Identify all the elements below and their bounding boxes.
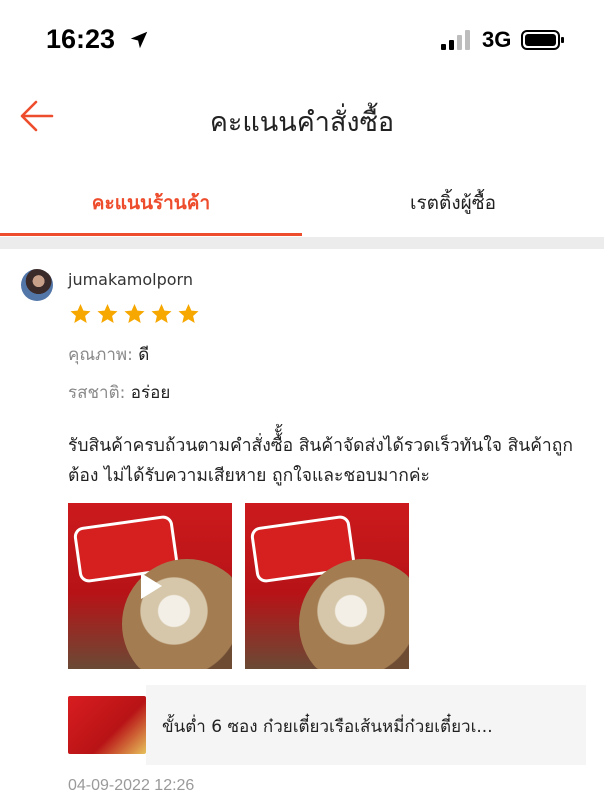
play-icon[interactable] bbox=[138, 571, 164, 601]
reviewer-username: jumakamolporn bbox=[68, 270, 193, 289]
product-name: ขั้นต่ำ 6 ซอง ก๋วยเตี๋ยวเรือเส้นหมี่ก๋วย… bbox=[162, 717, 493, 737]
status-time: 16:23 bbox=[46, 24, 116, 54]
attribute-quality: คุณภาพ: ดี bbox=[68, 341, 149, 368]
tab-buyer-rating[interactable]: เรตติ้งผู้ซื้อ bbox=[302, 172, 604, 234]
star-icon bbox=[70, 304, 91, 323]
review-comment: รับสินค้าครบถ้วนตามคำสั่งซื้ั้อ สินค้าจั… bbox=[68, 436, 573, 486]
product-card[interactable]: ขั้นต่ำ 6 ซอง ก๋วยเตี๋ยวเรือเส้นหมี่ก๋วย… bbox=[68, 685, 586, 765]
cellular-signal-icon bbox=[441, 30, 470, 50]
attribute-value: อร่อย bbox=[130, 383, 171, 403]
review-item: jumakamolporn คุณภาพ: ดี รสชาติ: อร่อย ร… bbox=[0, 249, 604, 800]
review-photo-thumbnail[interactable] bbox=[245, 503, 409, 669]
page-title: คะแนนคำสั่งซื้อ bbox=[209, 107, 395, 138]
attribute-label: รสชาติ: bbox=[68, 383, 126, 403]
active-tab-indicator bbox=[0, 233, 302, 236]
avatar[interactable] bbox=[21, 269, 53, 301]
status-bar: 16:23 3G bbox=[0, 0, 604, 84]
network-label: 3G bbox=[482, 27, 512, 52]
star-icon bbox=[124, 304, 145, 323]
product-thumbnail bbox=[68, 696, 146, 754]
attribute-value: ดี bbox=[138, 345, 150, 365]
tab-shop-rating[interactable]: คะแนนร้านค้า bbox=[0, 172, 302, 234]
location-arrow-icon bbox=[130, 31, 148, 49]
star-icon bbox=[178, 304, 199, 323]
review-date: 04-09-2022 12:26 bbox=[68, 777, 195, 794]
review-video-thumbnail[interactable] bbox=[68, 503, 232, 669]
tab-bar: คะแนนร้านค้า เรตติ้งผู้ซื้อ bbox=[0, 172, 604, 238]
header: คะแนนคำสั่งซื้อ bbox=[0, 84, 604, 154]
product-info: ขั้นต่ำ 6 ซอง ก๋วยเตี๋ยวเรือเส้นหมี่ก๋วย… bbox=[146, 685, 586, 765]
star-icon bbox=[97, 304, 118, 323]
star-rating bbox=[68, 303, 201, 325]
attribute-taste: รสชาติ: อร่อย bbox=[68, 379, 170, 406]
section-divider bbox=[0, 237, 604, 249]
attribute-label: คุณภาพ: bbox=[68, 345, 133, 365]
battery-icon bbox=[521, 30, 564, 50]
star-icon bbox=[151, 304, 172, 323]
